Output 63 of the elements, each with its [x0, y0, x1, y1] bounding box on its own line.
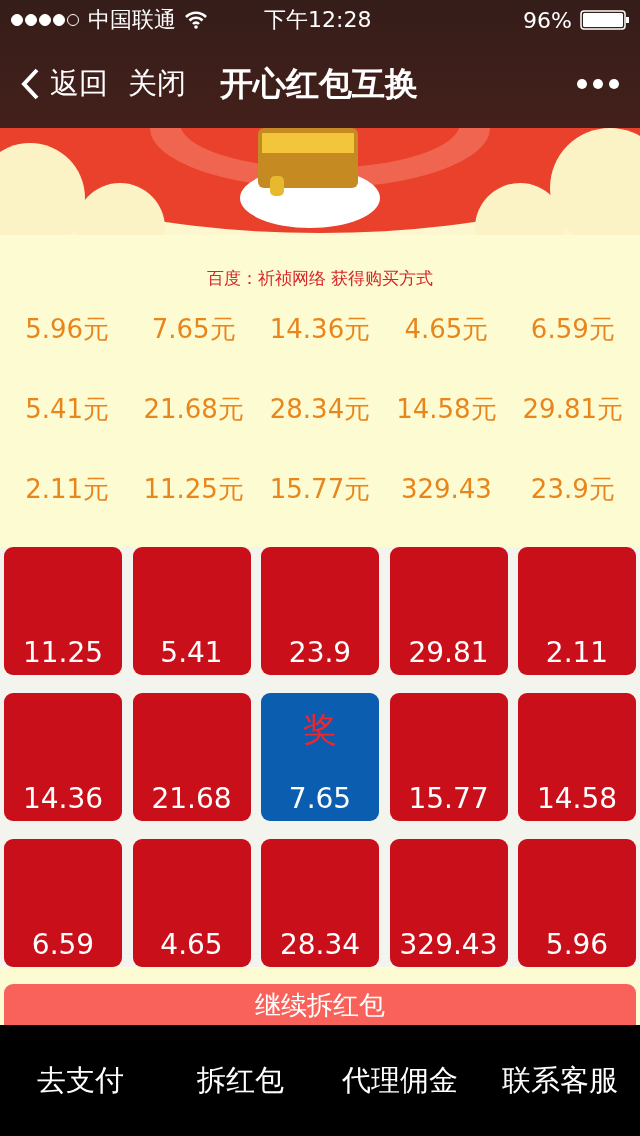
amount-text: 7.65元 [151, 312, 236, 346]
envelope-card[interactable]: 14.36 [4, 693, 122, 821]
envelope-card[interactable]: 2.11 [518, 547, 636, 675]
envelope-card[interactable]: 4.65 [132, 839, 251, 967]
envelope-card[interactable]: 奖 7.65 [261, 693, 379, 821]
envelope-card[interactable]: 28.34 [261, 839, 379, 967]
back-chevron-icon[interactable] [20, 68, 40, 100]
clock-time: 下午12:28 [264, 6, 373, 34]
bottom-tab[interactable]: 代理佣金 [342, 1060, 458, 1101]
continue-button[interactable]: 继续拆红包 [4, 984, 636, 1027]
wifi-icon [184, 11, 208, 29]
envelope-amount: 15.77 [408, 782, 489, 815]
envelope-card[interactable]: 21.68 [132, 693, 251, 821]
envelope-amount: 4.65 [160, 928, 223, 961]
amount-text: 29.81元 [522, 392, 623, 426]
amount-text: 5.41元 [25, 392, 110, 426]
envelope-amount: 2.11 [545, 636, 609, 669]
amount-text: 28.34元 [269, 392, 371, 426]
close-link[interactable]: 关闭 [128, 64, 186, 104]
amount-text: 21.68元 [143, 392, 244, 426]
amount-text: 14.58元 [396, 392, 497, 426]
battery-icon [580, 10, 630, 30]
back-link[interactable]: 返回 [50, 64, 108, 104]
envelope-amount: 5.41 [160, 636, 223, 669]
amount-text: 5.96元 [25, 312, 110, 346]
envelope-card[interactable]: 5.96 [518, 839, 636, 967]
caption-text: 百度：祈祯网络 获得购买方式 [206, 268, 434, 288]
bottom-tab[interactable]: 拆红包 [196, 1060, 284, 1101]
envelope-card[interactable]: 23.9 [261, 547, 379, 675]
battery-percent: 96% [523, 7, 572, 33]
amount-text: 14.36元 [269, 312, 371, 346]
envelope-amount: 14.58 [536, 782, 618, 815]
envelope-card[interactable]: 11.25 [4, 547, 122, 675]
bottom-tab[interactable]: 去支付 [36, 1060, 124, 1101]
envelope-amount: 11.25 [22, 636, 104, 669]
amount-text: 11.25元 [143, 472, 244, 506]
more-icon[interactable] [576, 78, 620, 90]
amount-text: 23.9元 [530, 472, 615, 506]
envelope-amount: 14.36 [22, 782, 104, 815]
envelope-amount: 7.65 [288, 782, 352, 815]
envelope-amount: 28.34 [279, 928, 361, 961]
signal-icon [10, 13, 80, 27]
envelope-card[interactable]: 15.77 [389, 693, 508, 821]
amount-text: 15.77元 [269, 472, 371, 506]
envelope-card[interactable]: 14.58 [518, 693, 636, 821]
envelope-amount: 5.96 [545, 928, 609, 961]
envelope-amount: 29.81 [408, 636, 489, 669]
envelope-amount: 23.9 [288, 636, 352, 669]
envelope-card[interactable]: 6.59 [4, 839, 122, 967]
amount-text: 2.11元 [25, 472, 110, 506]
envelope-amount: 329.43 [399, 928, 498, 961]
amount-text: 329.43 [400, 474, 492, 504]
amount-text: 6.59元 [530, 312, 615, 346]
carrier-name: 中国联通 [88, 6, 176, 34]
envelope-card[interactable]: 329.43 [389, 839, 508, 967]
envelope-card[interactable]: 29.81 [389, 547, 508, 675]
envelope-card[interactable]: 5.41 [132, 547, 251, 675]
prize-label: 奖 [303, 708, 337, 751]
page-title: 开心红包互换 [220, 62, 418, 105]
envelope-amount: 6.59 [31, 928, 95, 961]
amount-text: 4.65元 [404, 312, 489, 346]
envelope-amount: 21.68 [151, 782, 232, 815]
bottom-tab[interactable]: 联系客服 [502, 1060, 618, 1101]
